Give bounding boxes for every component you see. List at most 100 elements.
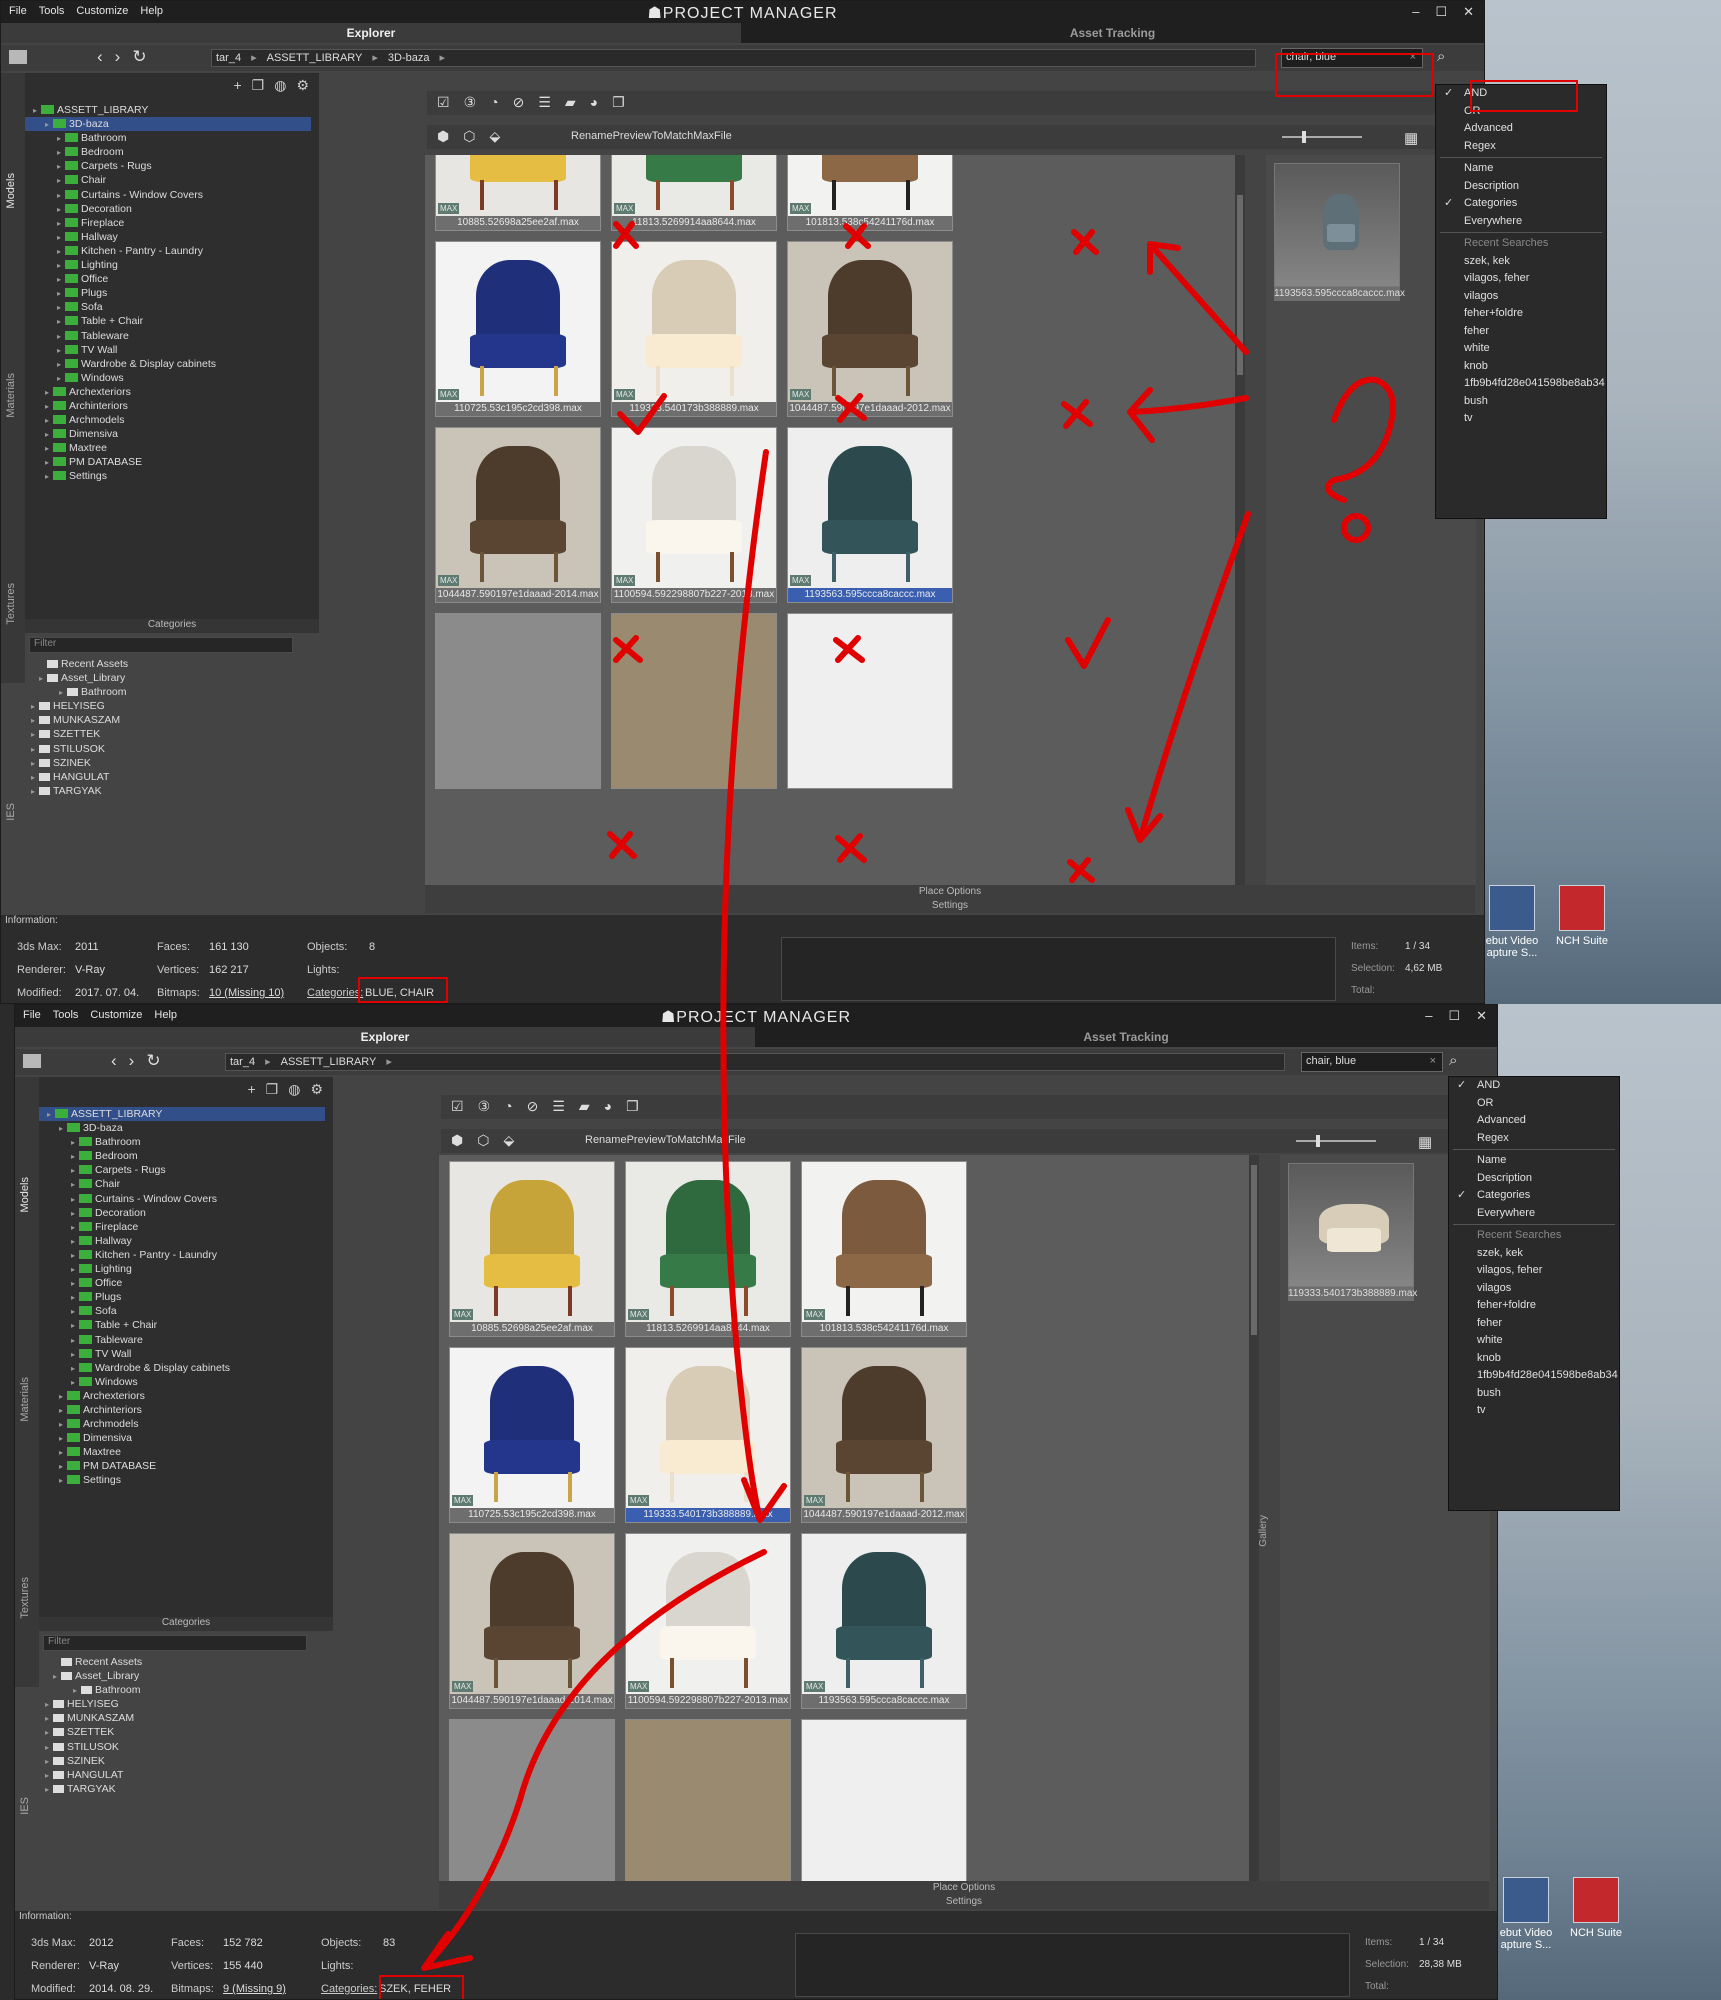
grid-view-icon[interactable]: ▦ (1404, 129, 1418, 147)
asset-tile[interactable]: MAX 11813.5269914aa8644.max (625, 1161, 791, 1337)
expand-arrow-icon[interactable]: ▸ (45, 1712, 53, 1726)
info-notes[interactable] (781, 937, 1336, 1001)
recent-search-item[interactable]: white (1436, 340, 1606, 358)
search-mode-option[interactable]: ✓ AND (1449, 1077, 1619, 1095)
category-item[interactable]: ▸ SZINEK (45, 1754, 325, 1768)
expand-arrow-icon[interactable]: ▸ (31, 771, 39, 785)
number-icon[interactable]: ③ (478, 1098, 491, 1115)
tree-item[interactable]: ▸ Decoration (39, 1206, 325, 1220)
clear-search-icon[interactable]: × (1430, 1055, 1436, 1067)
folder-icon[interactable] (9, 50, 27, 64)
info-notes[interactable] (795, 1933, 1350, 1997)
render-icon[interactable]: ◕ (590, 94, 598, 111)
category-item[interactable]: ▸ HELYISEG (45, 1697, 325, 1711)
expand-arrow-icon[interactable]: ▸ (31, 728, 39, 742)
recent-search-item[interactable]: feher (1449, 1315, 1619, 1333)
category-item[interactable]: ▸ HANGULAT (45, 1768, 325, 1782)
recent-search-item[interactable]: bush (1436, 393, 1606, 411)
recent-search-item[interactable]: knob (1436, 358, 1606, 376)
recent-search-item[interactable]: knob (1449, 1350, 1619, 1368)
expand-arrow-icon[interactable]: ▸ (57, 287, 65, 301)
close-icon[interactable]: ✕ (1476, 1008, 1487, 1024)
asset-tile[interactable]: MAX 1193563.595ccca8caccc.max (787, 427, 953, 603)
tree-item[interactable]: ▸ Dimensiva (25, 427, 311, 441)
asset-tile[interactable]: MAX 119333.540173b388889.max (625, 1347, 791, 1523)
tree-item[interactable]: ▸ Curtains - Window Covers (25, 188, 311, 202)
search-field-option[interactable]: ✓ Categories (1436, 195, 1606, 213)
number-icon[interactable]: ③ (464, 94, 477, 111)
expand-arrow-icon[interactable]: ▸ (39, 672, 47, 686)
asset-tile-partial[interactable] (787, 613, 953, 789)
side-tab-textures[interactable]: Textures (5, 583, 17, 625)
expand-arrow-icon[interactable]: ▸ (59, 1418, 67, 1432)
settings-label[interactable]: Settings (439, 1895, 1489, 1909)
recent-search-item[interactable]: feher+foldre (1436, 305, 1606, 323)
tree-item[interactable]: ▸ Bedroom (25, 145, 311, 159)
recent-search-item[interactable]: vilagos, feher (1449, 1262, 1619, 1280)
search-field-option[interactable]: ✓ Categories (1449, 1187, 1619, 1205)
tree-item[interactable]: ▸ Archinteriors (25, 399, 311, 413)
scrollbar-thumb[interactable] (1237, 195, 1243, 375)
expand-arrow-icon[interactable]: ▸ (45, 1726, 53, 1740)
folder-icon[interactable] (23, 1054, 41, 1068)
categories-header[interactable]: Categories (25, 619, 319, 633)
copy-icon[interactable]: ❐ (252, 77, 265, 94)
search-field-option[interactable]: Description (1436, 178, 1606, 196)
tab-explorer[interactable]: Explorer (1, 23, 741, 43)
category-item[interactable]: ▸ HANGULAT (31, 770, 311, 784)
info-bitmaps[interactable]: 9 (Missing 9) (223, 1983, 286, 1995)
recent-search-item[interactable]: tv (1449, 1402, 1619, 1420)
category-item[interactable]: Recent Assets (31, 657, 311, 671)
expand-arrow-icon[interactable]: ▸ (71, 1136, 79, 1150)
tree-item[interactable]: ▸ Maxtree (25, 441, 311, 455)
asset-tile[interactable]: MAX 110725.53c195c2cd398.max (449, 1347, 615, 1523)
expand-arrow-icon[interactable]: ▸ (71, 1178, 79, 1192)
window-icon[interactable]: ❐ (626, 1098, 639, 1115)
expand-arrow-icon[interactable]: ▸ (71, 1334, 79, 1348)
window-icon[interactable]: ❐ (612, 94, 625, 111)
asset-tile-partial[interactable] (435, 613, 601, 789)
side-tab-models[interactable]: Models (5, 173, 17, 208)
breadcrumb-item[interactable]: tar_4 (216, 50, 241, 66)
tree-item[interactable]: ▸ Windows (25, 371, 311, 385)
copy-icon[interactable]: ❐ (266, 1081, 279, 1098)
settings-label[interactable]: Settings (425, 899, 1475, 913)
categories-filter-input[interactable]: Filter (29, 637, 293, 653)
tree-item[interactable]: ▸ Archmodels (39, 1417, 325, 1431)
asset-tile[interactable]: MAX 1044487.590197e1daaad-2012.max (801, 1347, 967, 1523)
gear-icon[interactable]: ⚙ (310, 1081, 323, 1098)
asset-tile[interactable]: MAX 11813.5269914aa8644.max (611, 155, 777, 231)
tree-item[interactable]: ▸ Kitchen - Pantry - Laundry (25, 244, 311, 258)
render-icon[interactable]: ◕ (604, 1098, 612, 1115)
category-item[interactable]: ▸ TARGYAK (45, 1782, 325, 1796)
expand-arrow-icon[interactable]: ▸ (71, 1319, 79, 1333)
side-tab-models[interactable]: Models (19, 1177, 31, 1212)
add-icon[interactable]: + (233, 77, 241, 94)
expand-arrow-icon[interactable]: ▸ (57, 301, 65, 315)
expand-arrow-icon[interactable]: ▸ (45, 442, 53, 456)
tree-item[interactable]: ▸ Archexteriors (25, 385, 311, 399)
category-item[interactable]: ▸ MUNKASZAM (31, 713, 311, 727)
tree-item[interactable]: ▸ Table + Chair (25, 314, 311, 328)
tree-item[interactable]: ▸ Wardrobe & Display cabinets (39, 1361, 325, 1375)
video-capture-shortcut[interactable]: ebut Video apture S... (1482, 885, 1542, 959)
zoom-slider-handle[interactable] (1302, 131, 1306, 143)
expand-arrow-icon[interactable]: ▸ (45, 414, 53, 428)
grid-view-icon[interactable]: ▦ (1418, 1133, 1432, 1151)
search-field-option[interactable]: Name (1436, 160, 1606, 178)
expand-arrow-icon[interactable]: ▸ (53, 1670, 61, 1684)
tag-icon[interactable]: ▰ (565, 94, 576, 111)
search-mode-option[interactable]: Regex (1449, 1130, 1619, 1148)
tree-item[interactable]: ▸ Bathroom (39, 1135, 325, 1149)
expand-arrow-icon[interactable]: ▸ (31, 700, 39, 714)
expand-arrow-icon[interactable]: ▸ (57, 174, 65, 188)
tree-item[interactable]: ▸ Lighting (25, 258, 311, 272)
category-item[interactable]: ▸ HELYISEG (31, 699, 311, 713)
expand-arrow-icon[interactable]: ▸ (45, 386, 53, 400)
breadcrumb[interactable]: tar_4 ▸ ASSETT_LIBRARY ▸ (225, 1053, 1285, 1071)
asset-tile[interactable]: MAX 101813.538c54241176d.max (787, 155, 953, 231)
asset-tile[interactable]: MAX 1193563.595ccca8caccc.max (801, 1533, 967, 1709)
expand-arrow-icon[interactable]: ▸ (45, 400, 53, 414)
merge-icon[interactable]: ⬢ (437, 128, 449, 145)
tree-item[interactable]: ▸ Dimensiva (39, 1431, 325, 1445)
